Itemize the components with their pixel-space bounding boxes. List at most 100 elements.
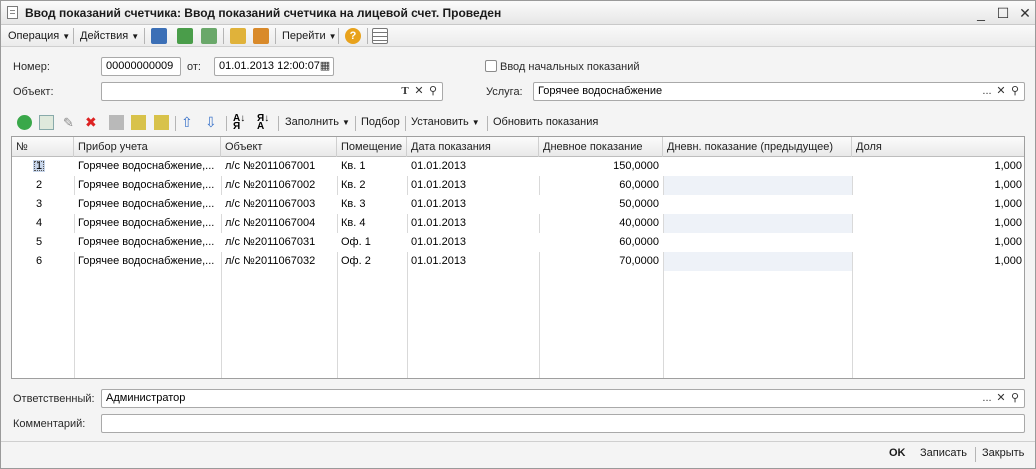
- cell-object[interactable]: л/с №2011067003: [221, 195, 337, 214]
- maximize-button[interactable]: ☐: [993, 4, 1013, 22]
- column-header-object[interactable]: Объект: [221, 137, 337, 157]
- cell-device[interactable]: Горячее водоснабжение,...: [74, 176, 221, 195]
- edit-icon[interactable]: ✎: [63, 115, 78, 130]
- cell-room[interactable]: Кв. 4: [337, 214, 407, 233]
- cell-prev-reading[interactable]: [663, 195, 852, 214]
- cell-number[interactable]: 6: [12, 252, 74, 271]
- cell-object[interactable]: л/с №2011067004: [221, 214, 337, 233]
- cell-share[interactable]: 1,000: [852, 176, 1024, 195]
- minimize-button[interactable]: _: [971, 4, 991, 22]
- operation-menu[interactable]: Операция ▼: [8, 28, 70, 44]
- cell-prev-reading[interactable]: [663, 157, 852, 176]
- cell-device[interactable]: Горячее водоснабжение,...: [74, 233, 221, 252]
- save-button[interactable]: Записать: [920, 447, 967, 459]
- cell-share[interactable]: 1,000: [852, 214, 1024, 233]
- cell-number[interactable]: 5: [12, 233, 74, 252]
- column-header-room[interactable]: Помещение: [337, 137, 407, 157]
- initial-readings-checkbox[interactable]: [485, 60, 497, 72]
- comment-field[interactable]: [101, 414, 1025, 433]
- copy-row-icon[interactable]: [39, 115, 54, 130]
- cell-day-reading[interactable]: 60,0000: [539, 233, 663, 252]
- column-header-prev-reading[interactable]: Дневн. показание (предыдущее): [663, 137, 852, 157]
- cell-prev-reading[interactable]: [663, 176, 852, 195]
- sort-descending-icon[interactable]: Я↓ A: [257, 114, 272, 132]
- number-field[interactable]: 00000000009: [101, 57, 181, 76]
- end-edit-icon[interactable]: [109, 115, 124, 130]
- column-header-device[interactable]: Прибор учета: [74, 137, 221, 157]
- responsible-field[interactable]: Администратор ... ✕ ⚲: [101, 389, 1025, 408]
- update-readings-button[interactable]: Обновить показания: [493, 116, 598, 128]
- search-icon[interactable]: ⚲: [426, 84, 440, 99]
- cell-object[interactable]: л/с №2011067001: [221, 157, 337, 176]
- cell-number[interactable]: 4: [12, 214, 74, 233]
- hierarchy-icon[interactable]: [154, 115, 169, 130]
- fill-menu[interactable]: Заполнить ▼: [285, 116, 350, 128]
- cell-device[interactable]: Горячее водоснабжение,...: [74, 214, 221, 233]
- table-row[interactable]: 1 Горячее водоснабжение,... л/с №201106700…: [12, 157, 1024, 176]
- table-row[interactable]: 6 Горячее водоснабжение,... л/с №201106703…: [12, 252, 1024, 271]
- ok-button[interactable]: OK: [889, 447, 906, 459]
- cell-number[interactable]: 1: [12, 157, 74, 176]
- cell-date[interactable]: 01.01.2013: [407, 176, 539, 195]
- list-icon[interactable]: [372, 28, 388, 44]
- cell-share[interactable]: 1,000: [852, 195, 1024, 214]
- move-up-icon[interactable]: ⇧: [181, 115, 196, 130]
- add-row-icon[interactable]: [17, 115, 32, 130]
- cell-date[interactable]: 01.01.2013: [407, 214, 539, 233]
- cell-room[interactable]: Кв. 3: [337, 195, 407, 214]
- cell-date[interactable]: 01.01.2013: [407, 195, 539, 214]
- date-field[interactable]: 01.01.2013 12:00:07 ▦: [214, 57, 334, 76]
- close-button[interactable]: Закрыть: [982, 447, 1024, 459]
- cell-prev-reading[interactable]: [663, 252, 852, 271]
- table-row[interactable]: 3 Горячее водоснабжение,... л/с №201106700…: [12, 195, 1024, 214]
- cell-room[interactable]: Кв. 2: [337, 176, 407, 195]
- cell-day-reading[interactable]: 70,0000: [539, 252, 663, 271]
- cell-day-reading[interactable]: 40,0000: [539, 214, 663, 233]
- refresh-icon[interactable]: [177, 28, 193, 44]
- move-down-icon[interactable]: ⇩: [205, 115, 220, 130]
- delete-icon[interactable]: ✖: [85, 115, 100, 130]
- help-icon[interactable]: ?: [345, 28, 361, 44]
- select-button[interactable]: ...: [980, 84, 994, 99]
- search-icon[interactable]: ⚲: [1008, 84, 1022, 99]
- cell-number[interactable]: 3: [12, 195, 74, 214]
- cell-device[interactable]: Горячее водоснабжение,...: [74, 157, 221, 176]
- clear-icon[interactable]: ✕: [412, 84, 426, 99]
- clear-icon[interactable]: ✕: [994, 84, 1008, 99]
- sort-ascending-icon[interactable]: A↓ Я: [233, 114, 248, 132]
- cell-share[interactable]: 1,000: [852, 252, 1024, 271]
- cell-prev-reading[interactable]: [663, 233, 852, 252]
- table-row[interactable]: 4 Горячее водоснабжение,... л/с №201106700…: [12, 214, 1024, 233]
- cell-day-reading[interactable]: 150,0000: [539, 157, 663, 176]
- cell-device[interactable]: Горячее водоснабжение,...: [74, 195, 221, 214]
- type-select-button[interactable]: T: [398, 84, 412, 99]
- select-button[interactable]: ...: [980, 391, 994, 406]
- cell-object[interactable]: л/с №2011067032: [221, 252, 337, 271]
- cell-date[interactable]: 01.01.2013: [407, 157, 539, 176]
- goto-menu[interactable]: Перейти ▼: [282, 28, 337, 44]
- structure-icon[interactable]: [253, 28, 269, 44]
- close-window-button[interactable]: ✕: [1015, 4, 1035, 22]
- table-row[interactable]: 5 Горячее водоснабжение,... л/с №201106703…: [12, 233, 1024, 252]
- cell-object[interactable]: л/с №2011067002: [221, 176, 337, 195]
- object-field[interactable]: T ✕ ⚲: [101, 82, 443, 101]
- cell-date[interactable]: 01.01.2013: [407, 252, 539, 271]
- column-header-date[interactable]: Дата показания: [407, 137, 539, 157]
- column-header-number[interactable]: №: [12, 137, 74, 157]
- cell-day-reading[interactable]: 60,0000: [539, 176, 663, 195]
- clear-icon[interactable]: ✕: [994, 391, 1008, 406]
- set-menu[interactable]: Установить ▼: [411, 116, 480, 128]
- cell-room[interactable]: Кв. 1: [337, 157, 407, 176]
- cell-room[interactable]: Оф. 1: [337, 233, 407, 252]
- cell-room[interactable]: Оф. 2: [337, 252, 407, 271]
- table-row[interactable]: 2 Горячее водоснабжение,... л/с №201106700…: [12, 176, 1024, 195]
- cell-date[interactable]: 01.01.2013: [407, 233, 539, 252]
- copy-icon[interactable]: [201, 28, 217, 44]
- service-field[interactable]: Горячее водоснабжение ... ✕ ⚲: [533, 82, 1025, 101]
- cell-object[interactable]: л/с №2011067031: [221, 233, 337, 252]
- column-header-day-reading[interactable]: Дневное показание: [539, 137, 663, 157]
- actions-menu[interactable]: Действия ▼: [80, 28, 139, 44]
- post-document-icon[interactable]: [151, 28, 167, 44]
- cell-day-reading[interactable]: 50,0000: [539, 195, 663, 214]
- cell-share[interactable]: 1,000: [852, 233, 1024, 252]
